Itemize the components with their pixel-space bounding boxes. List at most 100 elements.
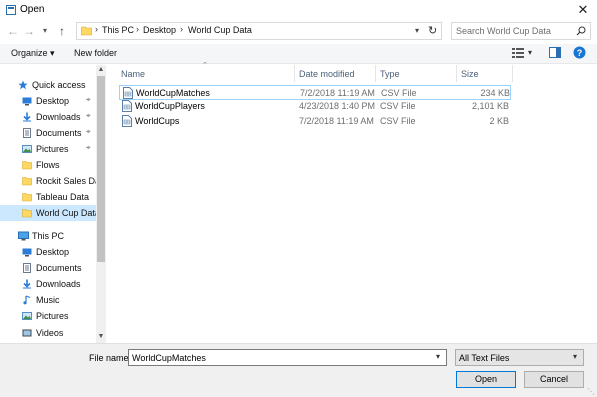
pin-icon: ⌖ — [86, 127, 91, 136]
scroll-down-icon[interactable]: ▼ — [96, 333, 106, 342]
nav-item-label: Downloads — [36, 279, 81, 289]
nav-item-label: Pictures — [36, 311, 69, 321]
nav-item[interactable]: Flows — [0, 157, 96, 173]
nav-item-label: Quick access — [32, 80, 86, 90]
column-header-type[interactable]: Type — [380, 69, 400, 79]
videos-icon — [22, 328, 32, 338]
file-type: CSV File — [380, 116, 416, 126]
file-row[interactable]: WorldCups 7/2/2018 11:19 AM CSV File 2 KB — [119, 114, 511, 129]
chevron-down-icon[interactable]: ▾ — [436, 352, 440, 361]
file-name: WorldCups — [135, 116, 180, 126]
title-bar — [0, 0, 597, 20]
preview-pane-icon[interactable] — [549, 47, 561, 58]
pictures-icon — [22, 144, 32, 154]
nav-item-label: Downloads — [36, 112, 81, 122]
close-button[interactable]: ✕ — [571, 1, 595, 19]
view-dropdown-icon[interactable]: ▾ — [528, 48, 532, 57]
open-button[interactable]: Open — [456, 371, 516, 388]
file-row[interactable]: WorldCupMatches 7/2/2018 11:19 AM CSV File… — [119, 85, 511, 100]
nav-item[interactable]: Desktop — [0, 244, 96, 260]
nav-item-label: Music — [36, 295, 60, 305]
column-header-name[interactable]: Name — [121, 69, 145, 79]
column-divider[interactable] — [375, 65, 376, 82]
breadcrumb-world-cup-data[interactable]: World Cup Data — [188, 25, 252, 35]
search-icon[interactable] — [576, 26, 586, 36]
documents-icon — [22, 128, 32, 138]
refresh-icon[interactable]: ↻ — [428, 24, 437, 37]
back-button[interactable]: ← — [6, 23, 20, 39]
nav-item-label: World Cup Data — [36, 208, 96, 218]
search-placeholder: Search World Cup Data — [456, 26, 551, 36]
nav-item[interactable]: Tableau Data — [0, 189, 96, 205]
folder-icon — [22, 176, 32, 186]
file-type: CSV File — [381, 88, 417, 98]
star-icon — [18, 80, 28, 90]
up-button[interactable]: ↑ — [55, 23, 69, 39]
nav-item-label: Videos — [36, 328, 64, 338]
nav-item[interactable]: World Cup Data — [0, 205, 96, 221]
music-icon — [22, 295, 32, 305]
view-options-icon[interactable] — [512, 48, 524, 58]
nav-item[interactable]: Documents ⌖ — [0, 125, 96, 141]
desktop-icon — [22, 247, 32, 257]
nav-item-label: Rockit Sales Data — [36, 176, 96, 186]
download-icon — [22, 279, 32, 289]
breadcrumb-this-pc[interactable]: This PC — [102, 25, 134, 35]
column-header-size[interactable]: Size — [461, 69, 479, 79]
nav-scrollbar-thumb[interactable] — [97, 76, 105, 262]
column-divider[interactable] — [512, 65, 513, 82]
breadcrumb-desktop[interactable]: Desktop — [143, 25, 176, 35]
organize-button[interactable]: Organize ▾ — [11, 48, 55, 59]
nav-item-label: Desktop — [36, 247, 70, 257]
file-name-value: WorldCupMatches — [132, 353, 206, 363]
breadcrumb-separator: › — [136, 24, 139, 34]
file-name-label: File name: — [89, 353, 132, 363]
forward-button[interactable]: → — [22, 23, 36, 39]
folder-icon — [22, 192, 32, 202]
resize-grip-icon[interactable]: ⋱ — [587, 387, 595, 396]
nav-item[interactable]: Pictures — [0, 308, 96, 324]
file-type: CSV File — [380, 101, 416, 111]
new-folder-button[interactable]: New folder — [74, 48, 117, 58]
chevron-down-icon[interactable]: ▾ — [573, 352, 577, 361]
nav-item[interactable]: Videos — [0, 325, 96, 341]
file-row[interactable]: WorldCupPlayers 4/23/2018 1:40 PM CSV File… — [119, 99, 511, 114]
window-title: Open — [20, 4, 45, 15]
nav-item[interactable]: Downloads — [0, 276, 96, 292]
nav-item[interactable]: Downloads ⌖ — [0, 109, 96, 125]
column-divider[interactable] — [456, 65, 457, 82]
nav-item[interactable]: Rockit Sales Data — [0, 173, 96, 189]
csv-file-icon — [122, 100, 132, 114]
file-size: 2 KB — [489, 116, 509, 126]
documents-icon — [22, 263, 32, 273]
help-icon[interactable]: ? — [573, 46, 586, 59]
nav-item-label: Documents — [36, 263, 82, 273]
computer-icon — [18, 231, 29, 241]
breadcrumb-separator: › — [180, 24, 183, 34]
folder-icon — [22, 160, 32, 170]
nav-item[interactable]: Quick access — [0, 77, 96, 93]
file-name: WorldCupMatches — [136, 88, 210, 98]
recent-locations-button[interactable]: ▾ — [38, 23, 52, 39]
nav-item[interactable]: Pictures ⌖ — [0, 141, 96, 157]
scroll-up-icon[interactable]: ▲ — [96, 66, 106, 75]
breadcrumb-separator: › — [95, 24, 98, 34]
folder-icon — [81, 26, 92, 36]
nav-item-label: Pictures — [36, 144, 69, 154]
nav-item[interactable]: Documents — [0, 260, 96, 276]
file-date: 7/2/2018 11:19 AM — [300, 88, 375, 98]
download-icon — [22, 112, 32, 122]
pin-icon: ⌖ — [86, 95, 91, 104]
nav-item[interactable]: Music — [0, 292, 96, 308]
column-header-date[interactable]: Date modified — [299, 69, 355, 79]
file-name: WorldCupPlayers — [135, 101, 205, 111]
svg-text:?: ? — [577, 48, 583, 58]
sort-indicator-icon: ⌃ — [202, 62, 208, 69]
address-dropdown-icon[interactable]: ▾ — [415, 26, 419, 35]
column-divider[interactable] — [294, 65, 295, 82]
cancel-button[interactable]: Cancel — [524, 371, 584, 388]
nav-item[interactable]: This PC — [0, 228, 96, 244]
file-size: 2,101 KB — [471, 101, 509, 111]
nav-item[interactable]: Desktop ⌖ — [0, 93, 96, 109]
nav-item-label: Flows — [36, 160, 60, 170]
